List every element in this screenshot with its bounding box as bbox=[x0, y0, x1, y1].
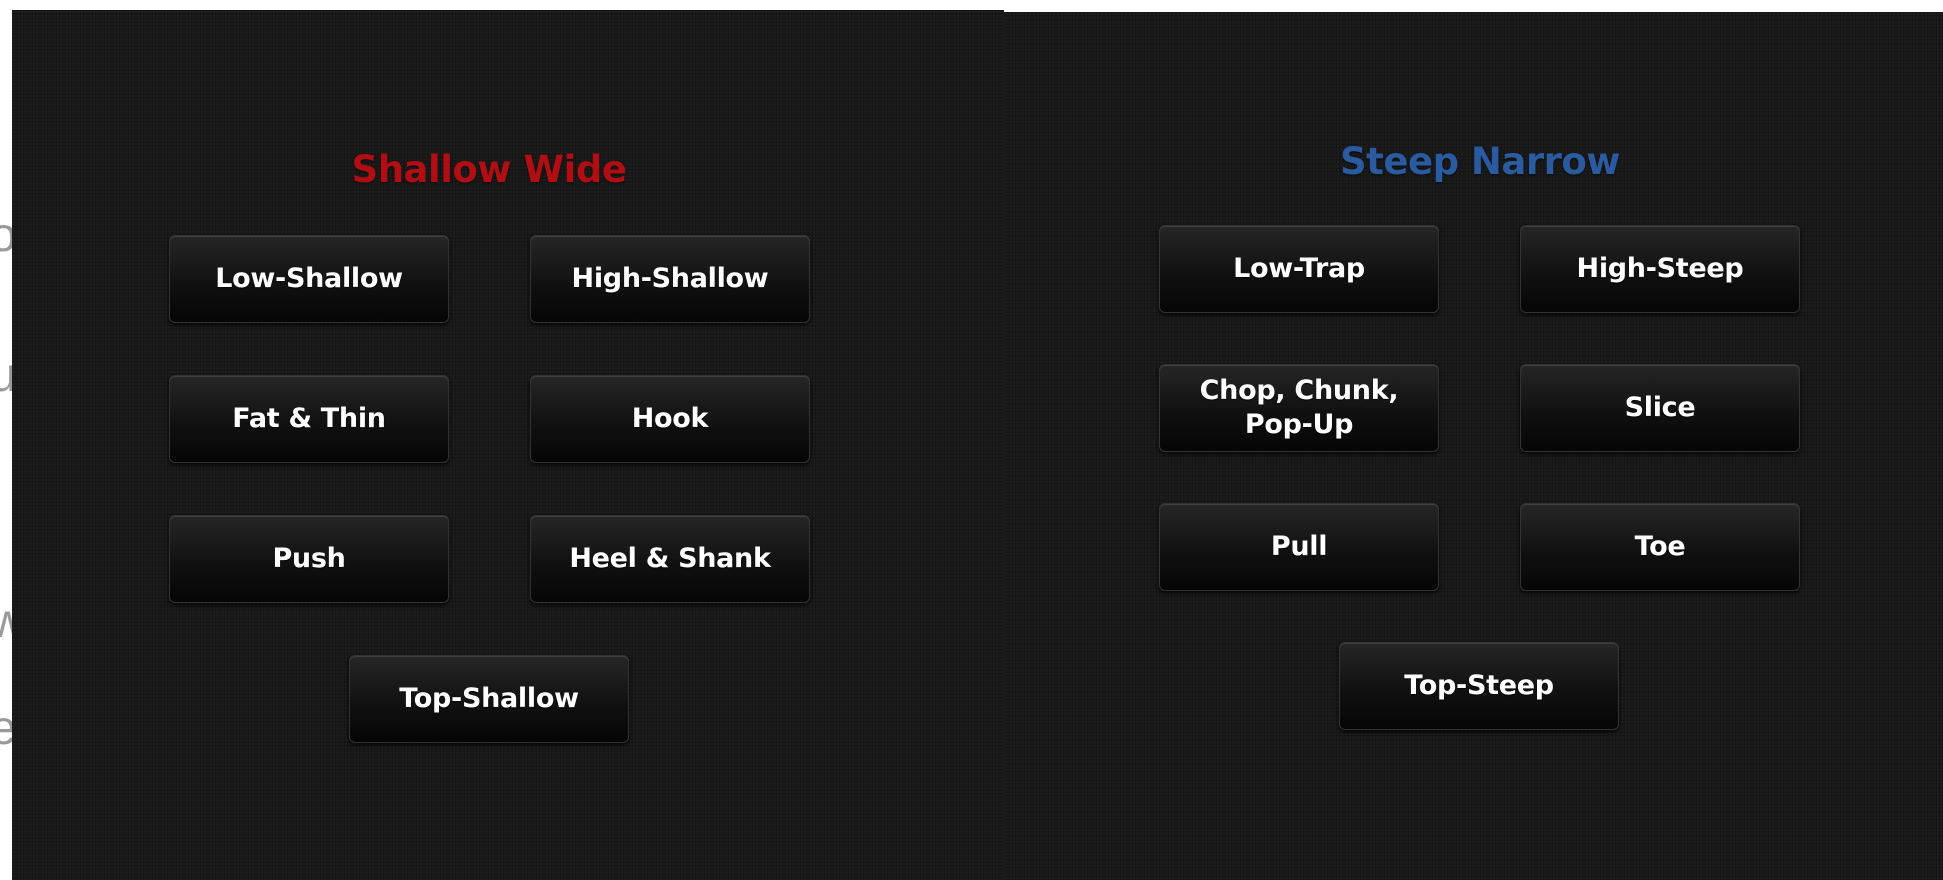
page: o u w e Shallow Wide Low-Shallow High-Sh… bbox=[0, 0, 1943, 880]
steep-narrow-title: Steep Narrow bbox=[1340, 140, 1620, 183]
push-button[interactable]: Push bbox=[169, 515, 449, 603]
chop-chunk-popup-button[interactable]: Chop, Chunk, Pop-Up bbox=[1159, 364, 1439, 452]
button-label: Slice bbox=[1624, 392, 1696, 424]
left-edge-cutoff-text: o u w e bbox=[0, 0, 12, 880]
button-label: Heel & Shank bbox=[569, 543, 771, 575]
low-trap-button[interactable]: Low-Trap bbox=[1159, 225, 1439, 313]
button-label: Low-Trap bbox=[1233, 253, 1365, 285]
button-label: High-Steep bbox=[1576, 253, 1744, 285]
fat-and-thin-button[interactable]: Fat & Thin bbox=[169, 375, 449, 463]
high-shallow-button[interactable]: High-Shallow bbox=[530, 235, 810, 323]
high-steep-button[interactable]: High-Steep bbox=[1520, 225, 1800, 313]
top-shallow-button[interactable]: Top-Shallow bbox=[349, 655, 629, 743]
button-label: Pull bbox=[1270, 531, 1328, 563]
shallow-wide-title: Shallow Wide bbox=[351, 148, 627, 191]
button-label: Chop, Chunk, Pop-Up bbox=[1199, 375, 1399, 440]
edge-fragment: w bbox=[0, 598, 12, 646]
button-label: Push bbox=[272, 543, 346, 575]
button-label: Toe bbox=[1634, 531, 1686, 563]
button-label: Fat & Thin bbox=[232, 403, 386, 435]
heel-and-shank-button[interactable]: Heel & Shank bbox=[530, 515, 810, 603]
edge-fragment: e bbox=[0, 705, 12, 753]
edge-fragment: o bbox=[0, 212, 12, 260]
pull-button[interactable]: Pull bbox=[1159, 503, 1439, 591]
toe-button[interactable]: Toe bbox=[1520, 503, 1800, 591]
hook-button[interactable]: Hook bbox=[530, 375, 810, 463]
slice-button[interactable]: Slice bbox=[1520, 364, 1800, 452]
shallow-wide-panel: Shallow Wide Low-Shallow High-Shallow Fa… bbox=[12, 10, 1004, 880]
button-label: Hook bbox=[631, 403, 709, 435]
button-label: Top-Steep bbox=[1404, 670, 1554, 702]
button-label: Low-Shallow bbox=[215, 263, 403, 295]
low-shallow-button[interactable]: Low-Shallow bbox=[169, 235, 449, 323]
top-steep-button[interactable]: Top-Steep bbox=[1339, 642, 1619, 730]
button-label: High-Shallow bbox=[571, 263, 769, 295]
edge-fragment: u bbox=[0, 352, 12, 400]
button-label: Top-Shallow bbox=[399, 683, 579, 715]
steep-narrow-panel: Steep Narrow Low-Trap High-Steep Chop, C… bbox=[1004, 12, 1943, 880]
